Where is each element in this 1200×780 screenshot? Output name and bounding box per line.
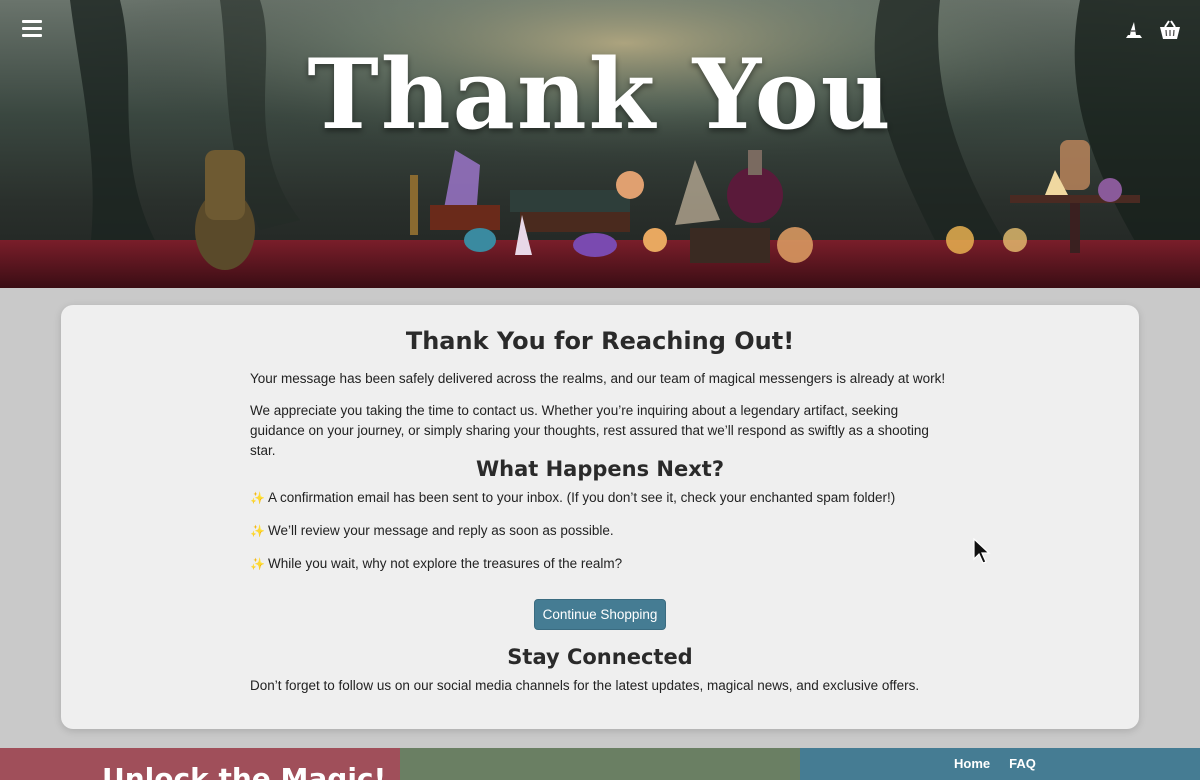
next-steps-heading: What Happens Next? [475, 457, 725, 481]
hero-title: Thank You [307, 38, 893, 151]
stay-connected-text: Don’t forget to follow us on our social … [250, 678, 920, 693]
footer-promo-text: Unlock the Magic! [102, 762, 387, 780]
mouse-pointer-icon [973, 538, 991, 564]
continue-shopping-button[interactable]: Continue Shopping [534, 599, 666, 630]
footer-nav-panel: Home FAQ [800, 748, 1200, 780]
hero-banner: Thank You [0, 0, 1200, 288]
appreciation-paragraph: We appreciate you taking the time to con… [250, 403, 929, 458]
list-item: ✨ While you wait, why not explore the tre… [250, 556, 623, 571]
footer-link-faq[interactable]: FAQ [1009, 756, 1036, 771]
footer-promo-panel: Unlock the Magic! [0, 748, 400, 780]
hamburger-menu-icon[interactable] [22, 20, 42, 38]
footer-middle-panel [400, 748, 800, 780]
intro-paragraph: Your message has been safely delivered a… [250, 371, 946, 386]
footer-link-home[interactable]: Home [954, 756, 990, 771]
magic-wand-icon: ✨ [250, 524, 265, 538]
list-item: ✨ We’ll review your message and reply as … [250, 523, 614, 538]
footer: Unlock the Magic! Home FAQ [0, 748, 1200, 780]
magic-wand-icon: ✨ [250, 491, 265, 505]
stay-connected-heading: Stay Connected [507, 645, 693, 669]
list-item: ✨ A confirmation email has been sent to y… [250, 490, 896, 505]
card-heading: Thank You for Reaching Out! [405, 327, 795, 355]
magic-wand-icon: ✨ [250, 557, 265, 571]
thank-you-card: Thank You for Reaching Out! Your message… [61, 305, 1139, 729]
